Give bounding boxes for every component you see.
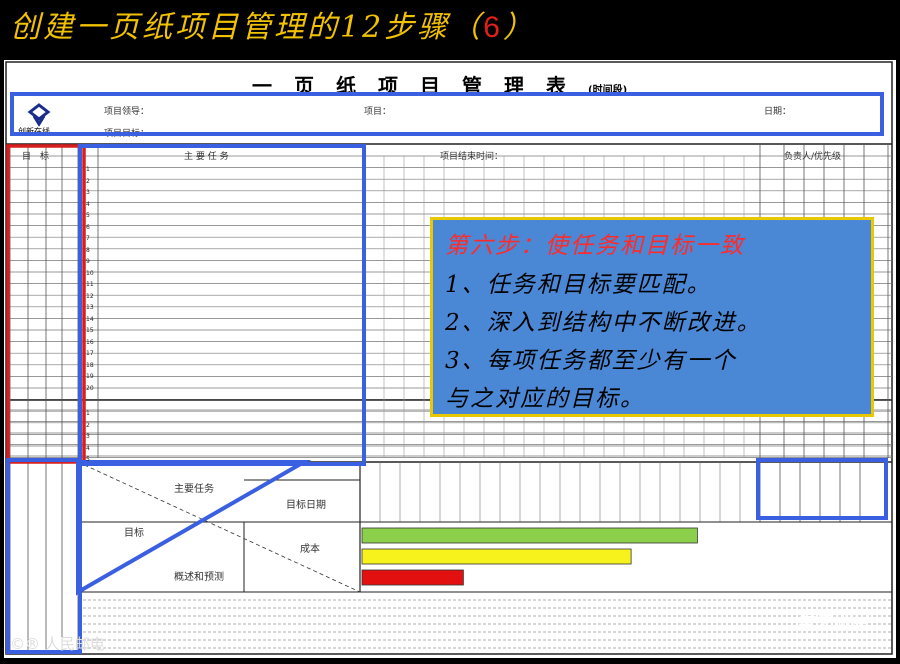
row-number: 3: [86, 189, 90, 196]
label-cost: 成本: [300, 544, 320, 555]
row-number: 2: [86, 177, 90, 185]
owner-bottom-highlight: [756, 458, 888, 520]
row-number: 3: [86, 433, 90, 440]
callout-heading: 第六步：使任务和目标一致: [445, 233, 745, 259]
slide-title: 创建一页纸项目管理的12步骤（6）: [10, 10, 536, 45]
progress-bar: [361, 527, 698, 544]
label-target-date: 目标日期: [286, 500, 326, 511]
callout-line-2: 2、深入到结构中不断改进。: [445, 310, 762, 336]
tasks-highlight: [78, 144, 366, 466]
row-number: 15: [86, 327, 94, 334]
watermark-left: ©® 人民邮电: [10, 635, 105, 653]
row-number: 5: [86, 212, 90, 219]
row-number: 7: [86, 235, 90, 242]
row-number: 14: [86, 315, 94, 323]
row-number: 20: [86, 384, 94, 392]
row-number: 17: [86, 350, 94, 357]
row-numbers: 1 2 3 4 5 6 7 8 9 10 11 12 13 14 15 16 17 18 19 20 1 2 3 4 5: [86, 164, 98, 466]
goals-bottom-highlight: [6, 458, 82, 654]
row-number: 8: [86, 246, 90, 254]
row-number: 4: [86, 200, 90, 208]
col-tasks: 主 要 任 务: [184, 152, 229, 162]
step-callout: 第六步：使任务和目标一致 1、任务和目标要匹配。 2、深入到结构中不断改进。 3…: [430, 217, 874, 417]
callout-line-4: 与之对应的目标。: [445, 386, 645, 412]
col-owner: 负责人/优先级: [784, 152, 842, 162]
col-goals: 目 标: [22, 152, 50, 162]
label-main-tasks: 主要任务: [174, 484, 214, 495]
row-number: 4: [86, 444, 90, 452]
row-number: 19: [86, 373, 94, 380]
row-number: 18: [86, 361, 94, 369]
label-goal: 目标: [124, 528, 144, 539]
watermark-right: 拿来即用: [796, 612, 868, 633]
progress-bar: [361, 569, 464, 586]
row-number: 5: [86, 456, 90, 463]
row-number: 6: [86, 223, 90, 231]
progress-bar: [361, 548, 632, 565]
row-number: 10: [86, 269, 94, 277]
row-number: 11: [86, 281, 94, 288]
row-number: 1: [86, 166, 90, 173]
row-number: 2: [86, 421, 90, 429]
callout-line-1: 1、任务和目标要匹配。: [445, 272, 712, 298]
row-number: 16: [86, 338, 94, 346]
col-end-time: 项目结束时间：: [440, 152, 504, 162]
row-number: 1: [86, 410, 90, 417]
label-summary: 概述和预测: [174, 572, 224, 583]
row-number: 12: [86, 292, 94, 300]
row-number: 9: [86, 258, 90, 265]
callout-line-3: 3、每项任务都至少有一个: [445, 348, 737, 374]
row-number: 13: [86, 304, 94, 311]
